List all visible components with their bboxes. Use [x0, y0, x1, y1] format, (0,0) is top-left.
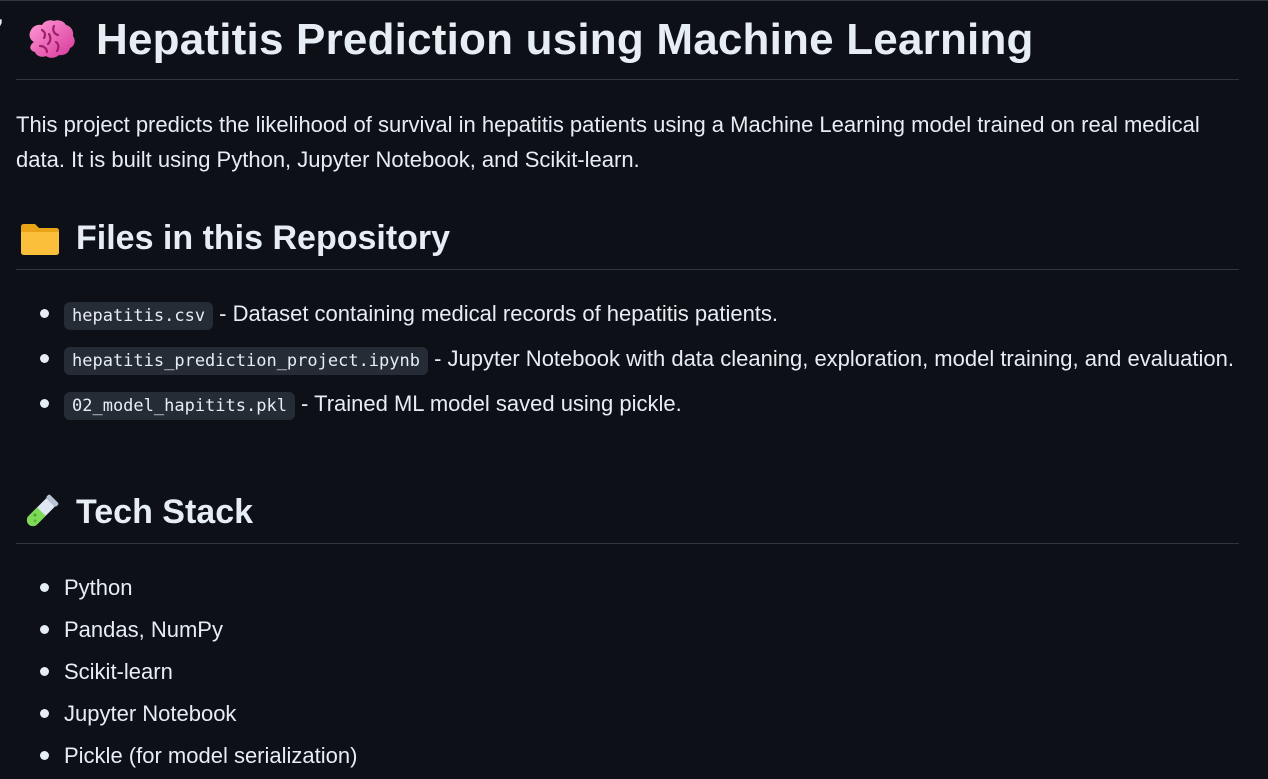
- file-name-code: 02_model_hapitits.pkl: [64, 392, 295, 420]
- readme-content: Hepatitis Prediction using Machine Learn…: [16, 0, 1239, 768]
- tech-heading: Tech Stack: [16, 482, 1239, 544]
- files-list: hepatitis.csv - Dataset containing medic…: [16, 295, 1239, 430]
- page-title-text: Hepatitis Prediction using Machine Learn…: [96, 14, 1034, 64]
- brain-icon: [22, 12, 78, 68]
- file-name-code: hepatitis_prediction_project.ipynb: [64, 347, 428, 375]
- edge-cut-glyph: ❜: [0, 17, 4, 39]
- folder-icon: [18, 217, 62, 261]
- tech-stack-list: Python Pandas, NumPy Scikit-learn Jupyte…: [16, 569, 1239, 779]
- test-tube-icon: [18, 491, 62, 535]
- list-item: Python: [16, 569, 1239, 606]
- list-item: Scikit-learn: [16, 653, 1239, 690]
- file-description: - Trained ML model saved using pickle.: [294, 391, 682, 416]
- page-title: Hepatitis Prediction using Machine Learn…: [16, 0, 1239, 80]
- list-item: 02_model_hapitits.pkl - Trained ML model…: [16, 385, 1239, 425]
- file-description: - Dataset containing medical records of …: [213, 301, 779, 326]
- list-item: Jupyter Notebook: [16, 695, 1239, 732]
- list-item: Pandas, NumPy: [16, 611, 1239, 648]
- file-name-code: hepatitis.csv: [64, 302, 214, 330]
- intro-paragraph: This project predicts the likelihood of …: [16, 112, 1200, 172]
- list-item: Pickle (for model serialization): [16, 737, 1239, 774]
- files-heading: Files in this Repository: [16, 208, 1239, 270]
- list-item: hepatitis.csv - Dataset containing medic…: [16, 295, 1239, 335]
- tech-heading-text: Tech Stack: [76, 493, 254, 531]
- list-item: hepatitis_prediction_project.ipynb - Jup…: [16, 340, 1239, 380]
- file-description: - Jupyter Notebook with data cleaning, e…: [428, 346, 1234, 371]
- files-heading-text: Files in this Repository: [76, 219, 451, 257]
